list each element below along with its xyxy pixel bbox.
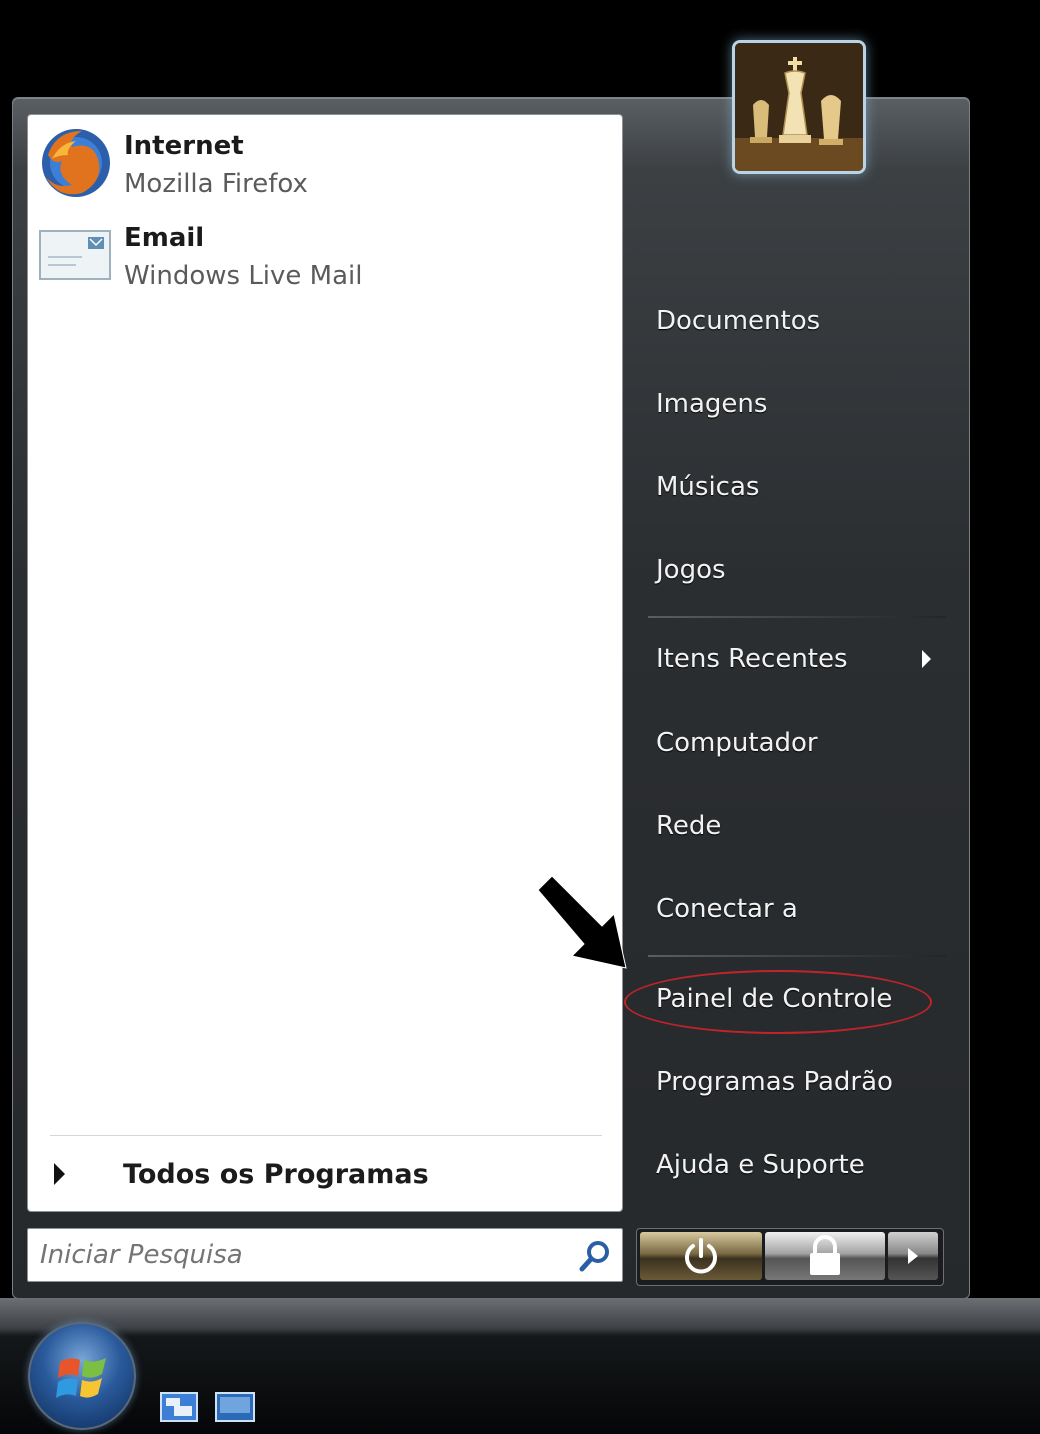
mail-icon <box>38 217 114 293</box>
annotation-arrow-icon <box>537 875 627 969</box>
right-item-label: Rede <box>656 811 722 841</box>
annotation-highlight-ellipse <box>624 970 932 1034</box>
pinned-item-subtitle: Windows Live Mail <box>124 261 363 291</box>
chevron-right-icon <box>908 1248 918 1264</box>
user-avatar[interactable] <box>732 40 866 174</box>
shutdown-options-button[interactable] <box>888 1232 938 1280</box>
pinned-item-title: Internet <box>124 131 244 161</box>
switch-windows-icon[interactable] <box>215 1392 255 1422</box>
right-item-computador[interactable]: Computador <box>640 714 946 774</box>
right-item-label: Conectar a <box>656 894 798 924</box>
pinned-item-email[interactable]: Email Windows Live Mail <box>28 211 622 297</box>
power-button-group <box>636 1228 944 1286</box>
start-button[interactable] <box>28 1322 136 1430</box>
right-item-conectar-a[interactable]: Conectar a <box>640 880 946 940</box>
power-icon <box>685 1238 717 1274</box>
right-item-label: Jogos <box>656 555 726 585</box>
right-item-label: Imagens <box>656 389 768 419</box>
right-item-musicas[interactable]: Músicas <box>640 458 946 518</box>
right-item-label: Documentos <box>656 306 821 336</box>
power-button[interactable] <box>640 1232 762 1280</box>
lock-icon <box>810 1235 840 1275</box>
pinned-item-internet[interactable]: Internet Mozilla Firefox <box>28 119 622 205</box>
right-item-jogos[interactable]: Jogos <box>640 541 946 601</box>
right-item-label: Computador <box>656 728 818 758</box>
right-item-label: Ajuda e Suporte <box>656 1150 865 1180</box>
right-item-label: Itens Recentes <box>656 644 848 674</box>
right-item-imagens[interactable]: Imagens <box>640 375 946 435</box>
right-item-ajuda-e-suporte[interactable]: Ajuda e Suporte <box>640 1136 946 1196</box>
all-programs-button[interactable]: Todos os Programas <box>28 1147 622 1203</box>
right-item-programas-padrao[interactable]: Programas Padrão <box>640 1053 946 1113</box>
search-input[interactable] <box>38 1237 562 1273</box>
separator <box>648 616 946 618</box>
right-item-rede[interactable]: Rede <box>640 797 946 857</box>
firefox-icon <box>38 125 114 201</box>
chevron-right-icon <box>54 1163 65 1185</box>
chess-icon <box>735 43 863 171</box>
pinned-item-subtitle: Mozilla Firefox <box>124 169 308 199</box>
separator <box>50 1135 602 1136</box>
pinned-item-title: Email <box>124 223 205 253</box>
all-programs-label: Todos os Programas <box>123 1159 429 1190</box>
lock-button[interactable] <box>765 1232 885 1280</box>
chevron-right-icon <box>922 650 931 668</box>
right-item-label: Programas Padrão <box>656 1067 893 1097</box>
search-icon[interactable] <box>578 1239 612 1273</box>
right-item-label: Músicas <box>656 472 760 502</box>
pinned-programs-pane: Internet Mozilla Firefox Email Windows L… <box>27 114 623 1212</box>
show-desktop-icon[interactable] <box>160 1392 198 1422</box>
search-box <box>27 1228 623 1282</box>
separator <box>648 955 946 957</box>
right-item-itens-recentes[interactable]: Itens Recentes <box>640 630 946 690</box>
windows-logo-icon <box>56 1358 106 1398</box>
right-item-documentos[interactable]: Documentos <box>640 292 946 352</box>
taskbar <box>0 1298 1040 1434</box>
